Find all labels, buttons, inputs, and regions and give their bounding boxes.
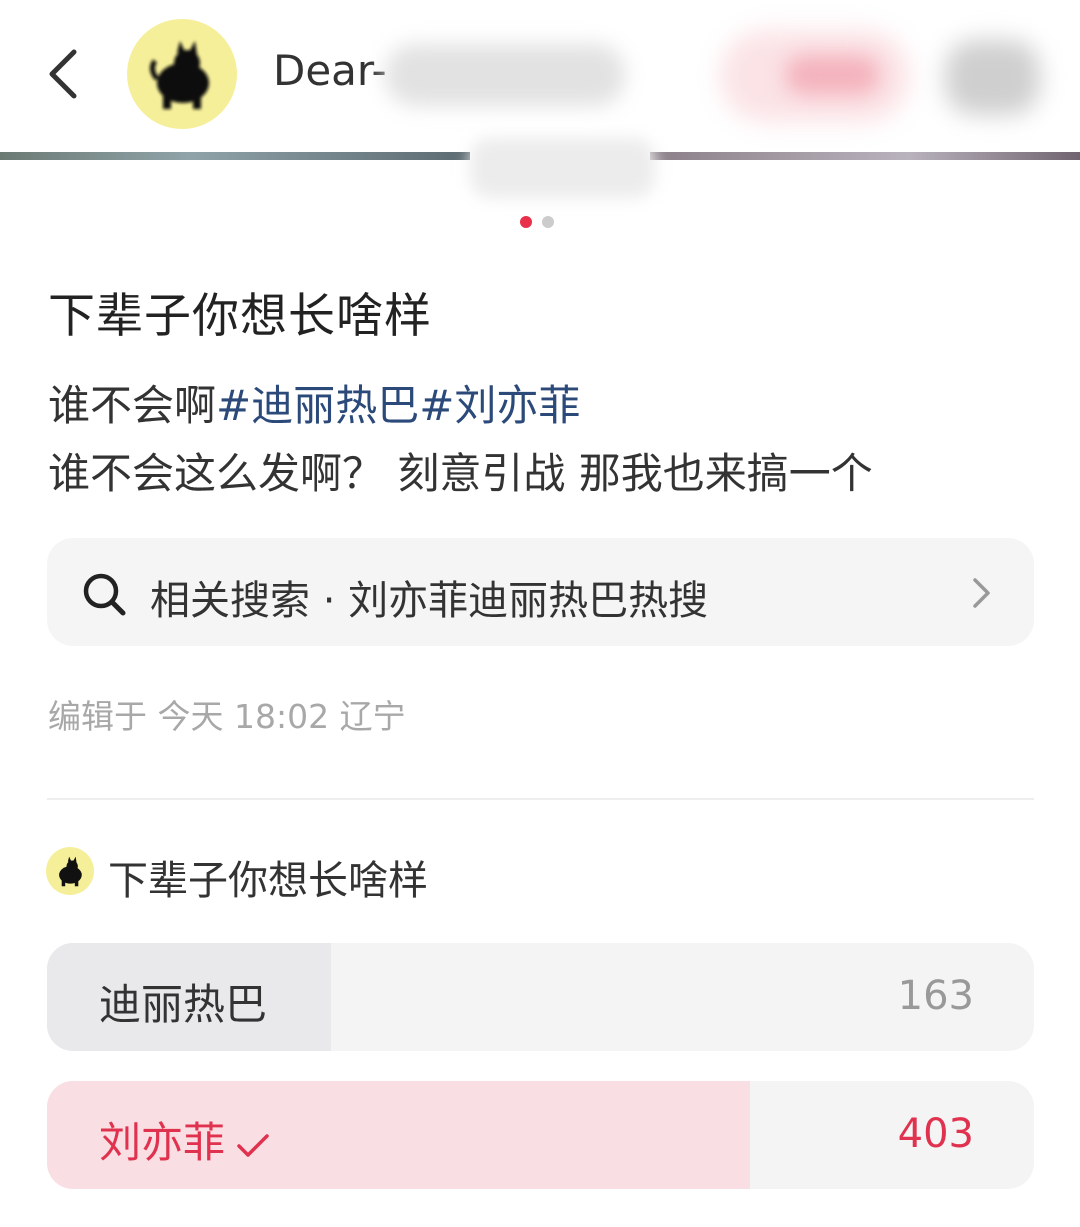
- poll-option-label: 迪丽热巴: [99, 980, 268, 1029]
- blurred-author-name: [385, 44, 625, 106]
- top-bar: Dear-: [0, 0, 1080, 150]
- back-button[interactable]: [40, 44, 90, 104]
- author-avatar[interactable]: [127, 19, 237, 129]
- post-body-line-2: 谁不会这么发啊？ 刻意引战 那我也来搞一个: [48, 449, 873, 498]
- poll-option-selected[interactable]: 刘亦菲 403: [47, 1081, 1034, 1189]
- share-button[interactable]: [945, 40, 1040, 115]
- post-title: 下辈子你想长啥样: [48, 289, 432, 344]
- related-search-text[interactable]: 相关搜索 · 刘亦菲迪丽热巴热搜: [150, 568, 708, 626]
- search-icon: [83, 573, 126, 616]
- poll-avatar: [46, 847, 94, 895]
- chevron-right-icon: [973, 578, 990, 608]
- image-edge-left: [0, 152, 470, 160]
- carousel-dot: [542, 216, 554, 228]
- carousel-indicator: [520, 216, 554, 228]
- chevron-left-icon: [49, 49, 77, 99]
- author-name[interactable]: Dear-: [273, 46, 387, 95]
- follow-button-label: [785, 55, 880, 95]
- poll-option-label: 刘亦菲: [99, 1109, 271, 1170]
- edit-info: 编辑于 今天 18:02 辽宁: [48, 697, 406, 736]
- poll-option-count: 163: [897, 973, 974, 1019]
- post-body-line-1: 谁不会啊#迪丽热巴#刘亦菲: [48, 372, 580, 433]
- hashtag-link[interactable]: #迪丽热巴: [216, 381, 419, 430]
- carousel-dot-active: [520, 216, 532, 228]
- post-body-text: 谁不会啊: [48, 381, 217, 430]
- poll-option[interactable]: 迪丽热巴 163: [47, 943, 1034, 1051]
- blurred-overlay: [470, 138, 655, 198]
- hashtag-link[interactable]: #刘亦菲: [419, 381, 580, 430]
- poll-option-count: 403: [897, 1111, 974, 1157]
- divider: [47, 798, 1034, 800]
- image-edge-right: [650, 152, 1080, 160]
- black-cat-icon: [149, 41, 209, 109]
- poll-title: 下辈子你想长啥样: [108, 858, 428, 904]
- checkmark-icon: [237, 1133, 269, 1157]
- black-cat-icon: [59, 856, 82, 887]
